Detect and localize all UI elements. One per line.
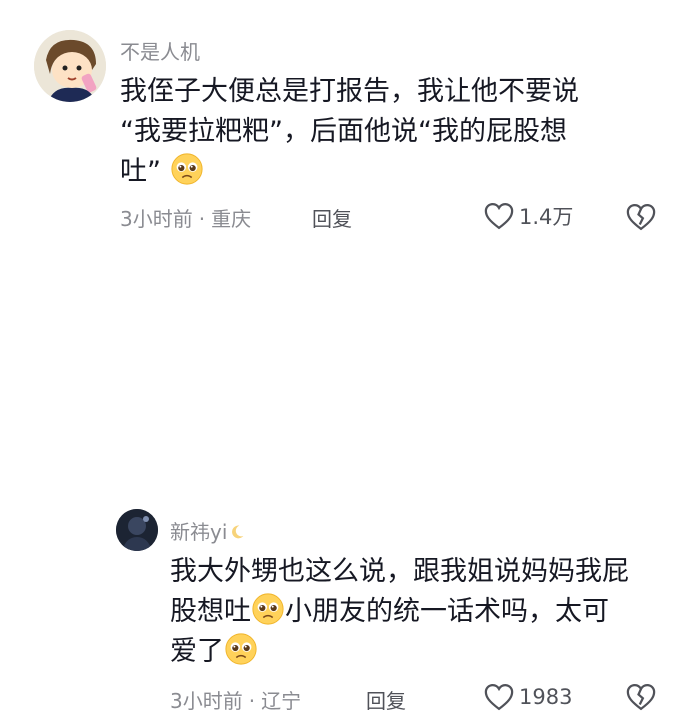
pleading-face-emoji-icon bbox=[225, 633, 257, 665]
comment-username[interactable]: 不是人机 bbox=[120, 36, 200, 65]
comment-location: 重庆 bbox=[211, 207, 252, 231]
comment-time: 3小时前 bbox=[120, 207, 193, 231]
like-button[interactable]: 1.4万 bbox=[484, 201, 573, 231]
user-avatar[interactable] bbox=[116, 509, 158, 551]
comment-text-fragment: 股想吐 bbox=[170, 596, 251, 627]
pleading-face-emoji-icon bbox=[252, 593, 284, 625]
comment-text-line: 我侄子大便总是打报告，我让他不要说 bbox=[120, 76, 579, 107]
comment-time: 3小时前 bbox=[170, 689, 243, 713]
heart-icon bbox=[484, 202, 514, 230]
dislike-button[interactable] bbox=[626, 203, 656, 235]
comment-item: 不是人机 我侄子大便总是打报告，我让他不要说 “我要拉粑粑”，后面他说“我的屁股… bbox=[0, 0, 690, 250]
comment-text-line: “我要拉粑粑”，后面他说“我的屁股想 bbox=[120, 116, 567, 147]
like-count: 1983 bbox=[519, 685, 573, 709]
like-button[interactable]: 1983 bbox=[484, 683, 572, 711]
reply-button[interactable]: 回复 bbox=[366, 685, 406, 714]
broken-heart-icon bbox=[626, 203, 656, 231]
comment-text: 我大外甥也这么说，跟我姐说妈妈我屁 股想吐 小朋友的统一话术吗，太可 爱了 bbox=[170, 552, 660, 672]
comment-location: 辽宁 bbox=[261, 689, 302, 713]
reply-comment-item: 新祎yi 我大外甥也这么说，跟我姐说妈妈我屁 股想吐 小朋友的统一话术吗，太可 … bbox=[0, 250, 690, 713]
comment-text-line: 爱了 bbox=[170, 632, 660, 672]
comment-username[interactable]: 新祎yi bbox=[170, 516, 245, 545]
username-text: 新祎yi bbox=[170, 520, 228, 544]
comment-text-fragment: 小朋友的统一话术吗，太可 bbox=[285, 596, 609, 627]
comment-text-fragment: 爱了 bbox=[170, 636, 224, 667]
dark-avatar-icon bbox=[116, 509, 158, 551]
reply-button[interactable]: 回复 bbox=[312, 203, 352, 232]
crescent-moon-icon bbox=[232, 525, 244, 539]
comment-text-line: 股想吐 小朋友的统一话术吗，太可 bbox=[170, 592, 660, 632]
pleading-face-emoji-icon bbox=[171, 153, 203, 185]
heart-icon bbox=[484, 683, 514, 711]
comment-text: 我侄子大便总是打报告，我让他不要说 “我要拉粑粑”，后面他说“我的屁股想 吐” bbox=[120, 72, 660, 192]
broken-heart-icon bbox=[626, 683, 656, 711]
meta-separator: · bbox=[248, 689, 256, 713]
meta-separator: · bbox=[198, 207, 206, 231]
like-count: 1.4万 bbox=[519, 205, 574, 229]
comment-meta: 3小时前 · 重庆 bbox=[120, 203, 251, 232]
dislike-button[interactable] bbox=[626, 683, 656, 715]
user-avatar[interactable] bbox=[34, 30, 106, 102]
cartoon-avatar-icon bbox=[34, 30, 106, 102]
comment-meta: 3小时前 · 辽宁 bbox=[170, 685, 301, 714]
comment-text-fragment: 吐” bbox=[120, 156, 161, 187]
comment-text-line: 我大外甥也这么说，跟我姐说妈妈我屁 bbox=[170, 556, 629, 587]
comment-text-line: 吐” bbox=[120, 152, 660, 192]
